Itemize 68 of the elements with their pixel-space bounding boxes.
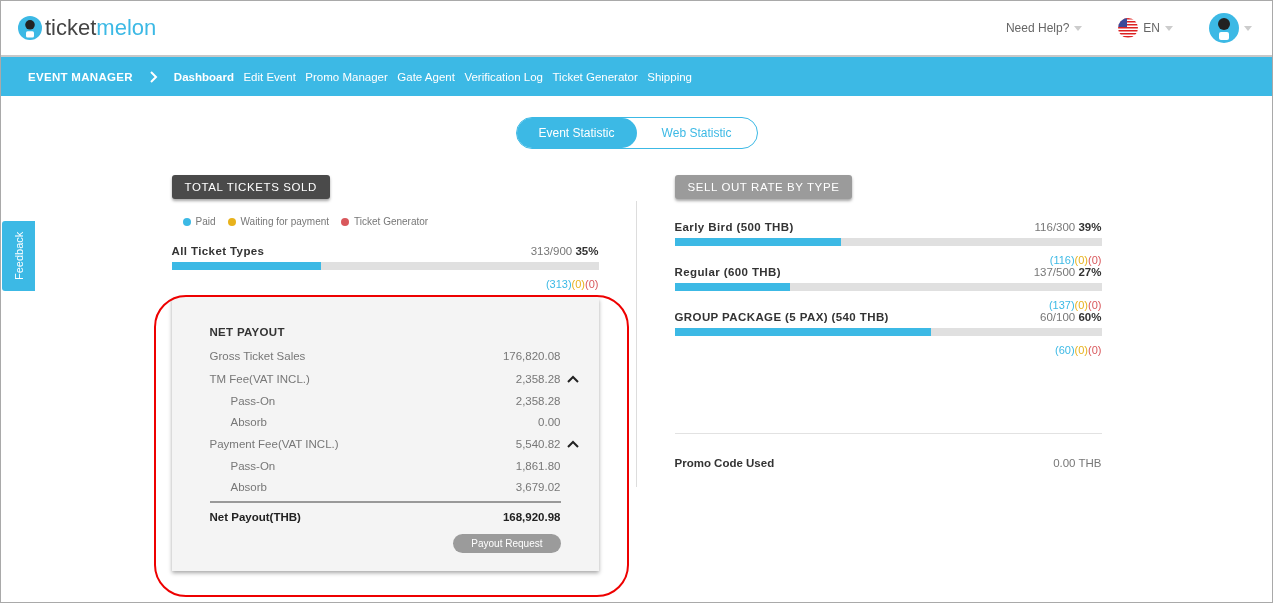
- nav-link[interactable]: Edit Event: [243, 70, 296, 83]
- breakdown-count: (0): [1074, 254, 1089, 266]
- nav-link[interactable]: Dashboard: [173, 70, 234, 83]
- sold-count: 137/500 27%: [1033, 266, 1102, 278]
- section-title: EVENT MANAGER: [28, 70, 133, 83]
- toggle-button[interactable]: Web Statistic: [636, 118, 757, 148]
- nav-link[interactable]: Verification Log: [464, 70, 543, 83]
- avatar-icon[interactable]: [18, 16, 42, 40]
- payout-value: 2,358.28: [514, 372, 561, 385]
- breakdown-count: (0): [1074, 299, 1089, 311]
- ticket-type-label: Early Bird (500 THB): [674, 221, 794, 233]
- breakdown-count: (0): [571, 278, 586, 290]
- legend-label: Paid: [195, 216, 216, 227]
- payout-value: 5,540.82: [514, 437, 561, 450]
- chevron-icon: [149, 70, 158, 83]
- payout-value: 176,820.08: [501, 349, 561, 362]
- flag-icon[interactable]: [1118, 18, 1139, 38]
- total-label: Net Payout(THB): [209, 511, 301, 523]
- logo[interactable]: ticketmelon: [18, 15, 157, 41]
- caret-icon: [1074, 25, 1083, 31]
- language-menu[interactable]: EN: [1143, 21, 1160, 35]
- payout-label: TM Fee(VAT INCL.): [209, 372, 311, 385]
- breakdown-count: (313): [545, 278, 572, 290]
- payout-value: 0.00: [537, 415, 561, 428]
- payout-label: Absorb: [230, 415, 268, 428]
- section-title: TOTAL TICKETS SOLD: [171, 175, 330, 199]
- nav-link[interactable]: Gate Agent: [397, 70, 455, 83]
- sold-count: 313/900 35%: [530, 245, 599, 257]
- chevron-up-icon[interactable]: [566, 439, 579, 448]
- payout-request-button[interactable]: Payout Request: [453, 534, 561, 553]
- legend-label: Waiting for payment: [240, 216, 330, 227]
- chevron-up-icon[interactable]: [566, 374, 579, 383]
- avatar-icon[interactable]: [1209, 13, 1239, 43]
- nav-link[interactable]: Ticket Generator: [552, 70, 638, 83]
- total-value: 168,920.98: [502, 511, 561, 523]
- sold-count: 60/100 60%: [1040, 311, 1102, 323]
- payout-label: Pass-On: [230, 459, 277, 472]
- ticket-type-label: Regular (600 THB): [674, 266, 781, 278]
- breakdown-count: (0): [585, 278, 599, 290]
- promo-label: Promo Code Used: [674, 457, 775, 469]
- payout-value: 3,679.02: [514, 480, 561, 493]
- help-menu[interactable]: Need Help?: [1005, 21, 1070, 35]
- toggle-button[interactable]: Event Statistic: [516, 118, 637, 148]
- breakdown-count: (116): [1049, 254, 1075, 266]
- breakdown-count: (0): [1074, 344, 1089, 356]
- payout-label: Gross Ticket Sales: [209, 349, 307, 362]
- breakdown-count: (0): [1088, 254, 1102, 266]
- promo-value: 0.00 THB: [1053, 457, 1102, 469]
- payout-label: Payment Fee(VAT INCL.): [209, 437, 340, 450]
- breakdown-count: (137): [1048, 299, 1075, 311]
- caret-icon: [1165, 25, 1173, 31]
- ticket-type-label: GROUP PACKAGE (5 PAX) (540 THB): [674, 311, 889, 323]
- nav-link[interactable]: Promo Manager: [305, 70, 388, 83]
- payout-label: Pass-On: [230, 394, 277, 407]
- section-title: SELL OUT RATE BY TYPE: [674, 175, 853, 199]
- breakdown-count: (0): [1088, 344, 1102, 356]
- card-title: NET PAYOUT: [209, 326, 286, 338]
- breakdown-count: (60): [1055, 344, 1075, 356]
- payout-value: 1,861.80: [514, 459, 561, 472]
- caret-icon: [1244, 25, 1252, 31]
- feedback-tab[interactable]: Feedback: [2, 221, 35, 291]
- sold-count: 116/300 39%: [1034, 221, 1102, 233]
- legend-label: Ticket Generator: [354, 216, 429, 227]
- nav-link[interactable]: Shipping: [647, 70, 692, 83]
- ticket-type-label: All Ticket Types: [171, 245, 265, 257]
- breakdown-count: (0): [1088, 299, 1102, 311]
- payout-value: 2,358.28: [514, 394, 561, 407]
- payout-label: Absorb: [230, 480, 268, 493]
